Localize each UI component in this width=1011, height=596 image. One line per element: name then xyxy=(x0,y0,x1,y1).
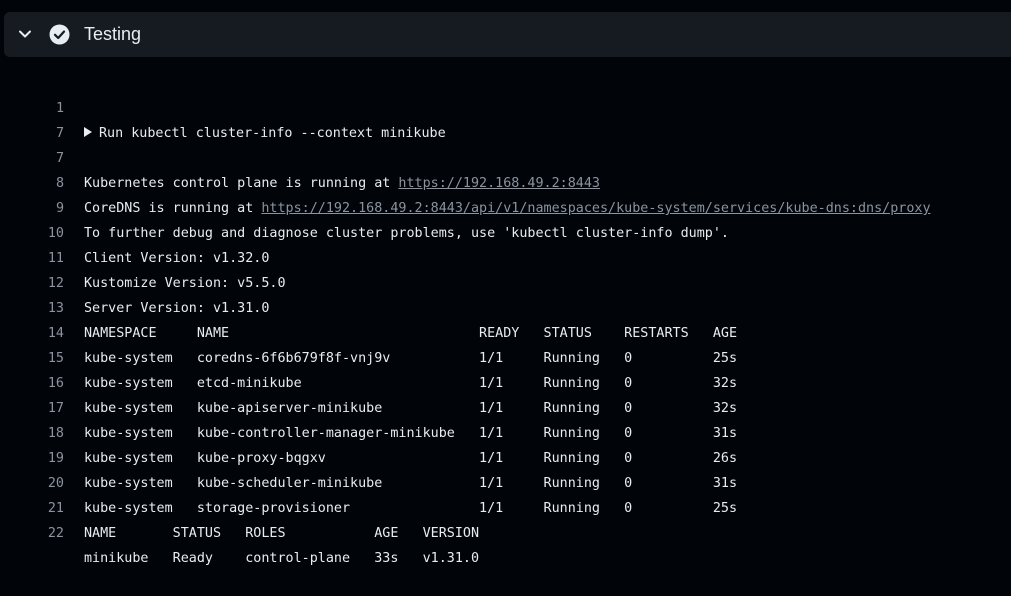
check-circle-icon xyxy=(49,24,70,45)
log-line: 22 minikube Ready control-plane 33s v1.3… xyxy=(0,496,1011,566)
log-line[interactable]: 1 Run kubectl cluster-info --context min… xyxy=(0,71,1011,141)
log-line: 12 Server Version: v1.31.0 xyxy=(0,246,1011,316)
log-line: 15 kube-system etcd-minikube 1/1 Running… xyxy=(0,321,1011,391)
log-line: 10 Client Version: v1.32.0 xyxy=(0,196,1011,266)
log-line: 17 kube-system kube-controller-manager-m… xyxy=(0,371,1011,441)
step-header[interactable]: Testing xyxy=(4,12,1011,57)
log-line: 16 kube-system kube-apiserver-minikube 1… xyxy=(0,346,1011,416)
log-line: 13 NAMESPACE NAME READY STATUS RESTARTS … xyxy=(0,271,1011,341)
log-text: NAME STATUS ROLES AGE VERSION xyxy=(84,526,480,541)
log-line: 8 CoreDNS is running at https://192.168.… xyxy=(0,146,1011,216)
line-number[interactable]: 22 xyxy=(0,521,64,546)
log-line: 7 Kubernetes control plane is running at… xyxy=(0,121,1011,191)
log-line: 19 kube-system kube-scheduler-minikube 1… xyxy=(0,421,1011,491)
log-text: minikube Ready control-plane 33s v1.31.0 xyxy=(84,551,480,566)
log-line: 9 To further debug and diagnose cluster … xyxy=(0,171,1011,241)
log-line: 20 kube-system storage-provisioner 1/1 R… xyxy=(0,446,1011,516)
chevron-down-icon[interactable] xyxy=(17,26,33,42)
log-line: 7 xyxy=(0,96,1011,141)
log-line: 14 kube-system coredns-6f6b679f8f-vnj9v … xyxy=(0,296,1011,366)
step-title: Testing xyxy=(84,24,142,44)
log-line: 21 NAME STATUS ROLES AGE VERSION xyxy=(0,471,1011,541)
log-line: 18 kube-system kube-proxy-bqgxv 1/1 Runn… xyxy=(0,396,1011,466)
log-output: 1 Run kubectl cluster-info --context min… xyxy=(0,71,1011,566)
log-line: 11 Kustomize Version: v5.5.0 xyxy=(0,221,1011,291)
